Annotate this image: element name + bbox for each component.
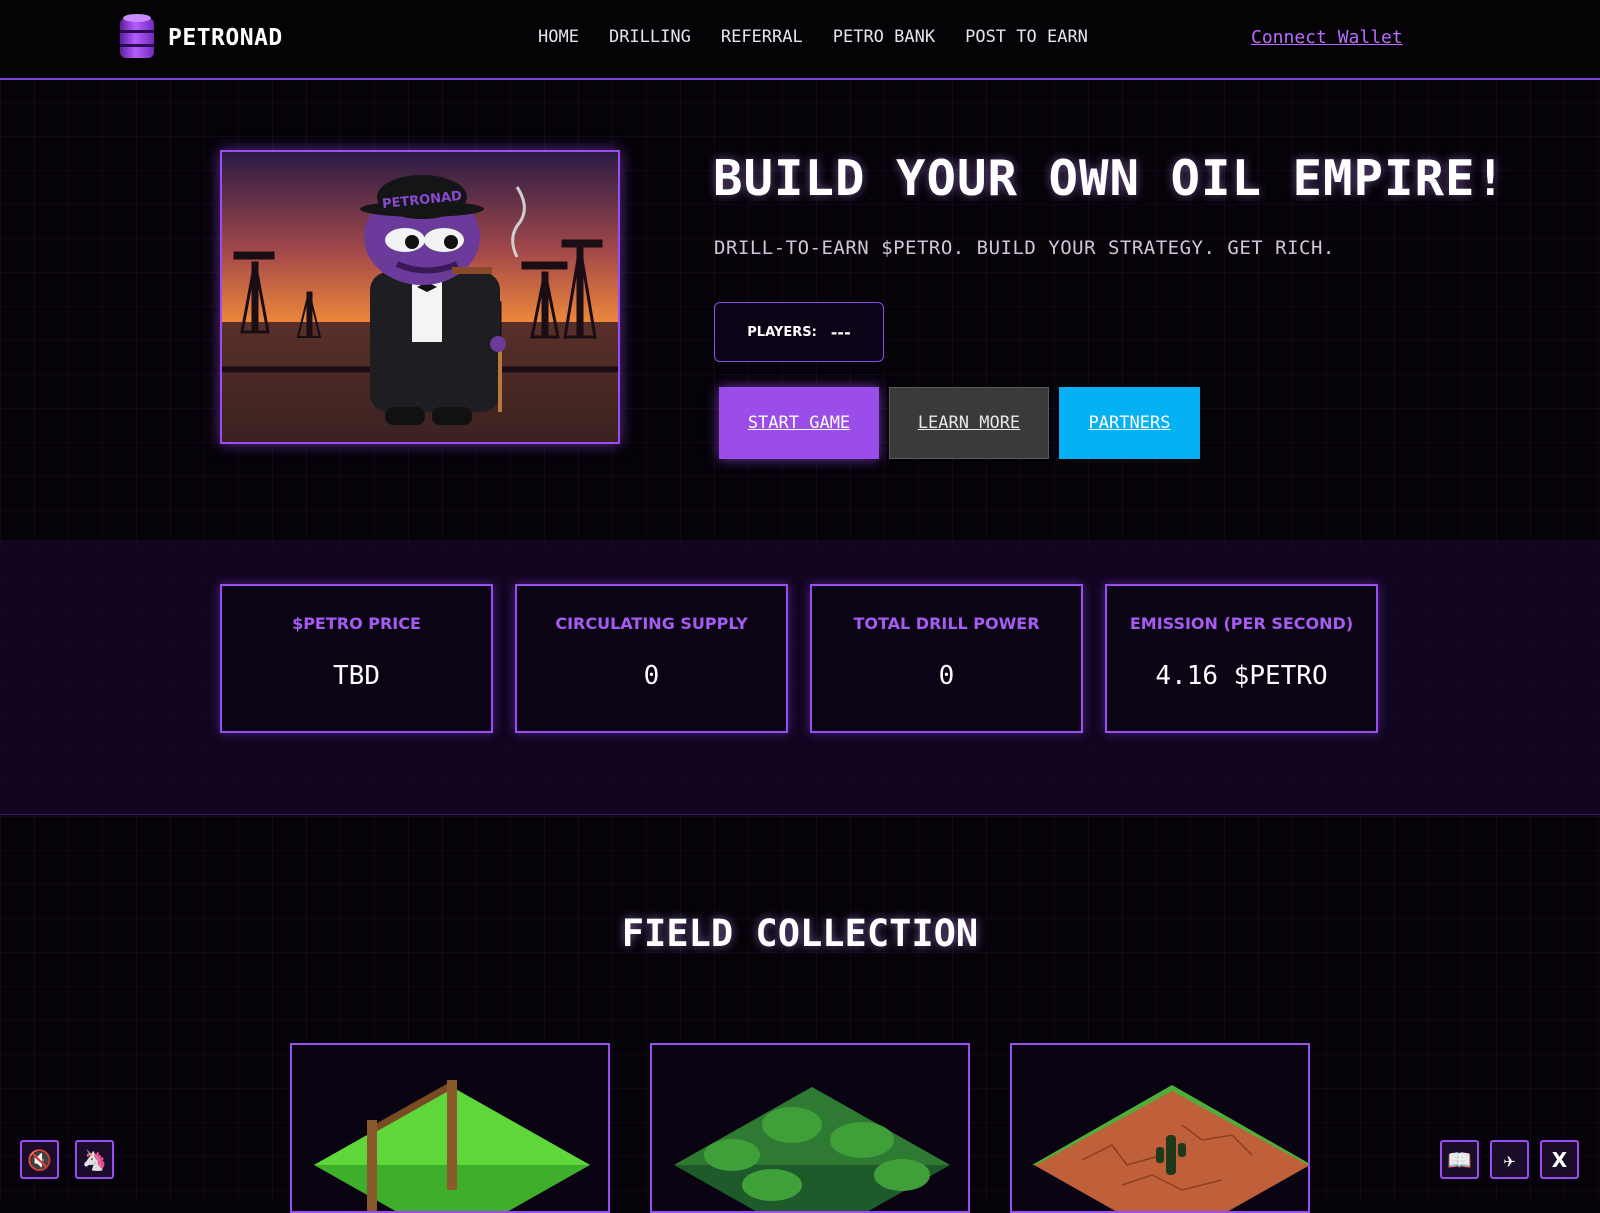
nav-link-home[interactable]: HOME: [538, 27, 579, 47]
stat-value: TBD: [333, 661, 380, 691]
stat-card-total-drill-power: TOTAL DRILL POWER 0: [810, 584, 1083, 733]
stat-value: 0: [643, 661, 660, 691]
players-label: PLAYERS:: [747, 324, 817, 340]
oil-barrel-icon: [120, 14, 154, 58]
hero-image-pepe-oil-baron: PETRONAD: [220, 150, 620, 444]
learn-more-button[interactable]: LEARN MORE: [889, 387, 1049, 459]
mute-speaker-icon[interactable]: 🔇: [20, 1140, 59, 1179]
jungle-field-icon: [674, 1087, 950, 1211]
start-game-button[interactable]: START GAME: [719, 387, 879, 459]
field-card-grassland[interactable]: [290, 1043, 610, 1213]
x-icon[interactable]: X: [1540, 1140, 1579, 1179]
field-card-jungle[interactable]: [650, 1043, 970, 1213]
grassland-field-icon: [314, 1080, 590, 1211]
brand-name: PETRONAD: [168, 25, 283, 51]
telegram-icon[interactable]: ✈: [1490, 1140, 1529, 1179]
stat-title: EMISSION (PER SECOND): [1129, 614, 1354, 633]
field-card-desert[interactable]: [1010, 1043, 1310, 1213]
brand-logo[interactable]: PETRONAD: [120, 14, 283, 58]
desert-field-icon: [1032, 1085, 1308, 1211]
connect-wallet-link[interactable]: Connect Wallet: [1251, 27, 1403, 48]
hero-subheadline: DRILL-TO-EARN $PETRO. BUILD YOUR STRATEG…: [714, 237, 1335, 259]
unicorn-icon[interactable]: 🦄: [75, 1140, 114, 1179]
players-value: ---: [830, 322, 851, 342]
nav-links: HOME DRILLING REFERRAL PETRO BANK POST T…: [538, 27, 1088, 47]
top-navbar: PETRONAD HOME DRILLING REFERRAL PETRO BA…: [0, 0, 1600, 80]
stat-card-circulating-supply: CIRCULATING SUPPLY 0: [515, 584, 788, 733]
nav-link-referral[interactable]: REFERRAL: [721, 27, 803, 47]
nav-link-post-to-earn[interactable]: POST TO EARN: [965, 27, 1088, 47]
field-collection-title: FIELD COLLECTION: [621, 912, 979, 955]
stat-title: $PETRO PRICE: [292, 614, 421, 633]
hero-headline: BUILD YOUR OWN OIL EMPIRE!: [713, 150, 1507, 207]
book-icon[interactable]: 📖: [1440, 1140, 1479, 1179]
stat-title: TOTAL DRILL POWER: [853, 614, 1040, 633]
stat-card-emission: EMISSION (PER SECOND) 4.16 $PETRO: [1105, 584, 1378, 733]
nav-link-drilling[interactable]: DRILLING: [609, 27, 691, 47]
stat-value: 4.16 $PETRO: [1155, 661, 1328, 691]
partners-button[interactable]: PARTNERS: [1059, 387, 1200, 459]
stat-value: 0: [938, 661, 955, 691]
stat-card-petro-price: $PETRO PRICE TBD: [220, 584, 493, 733]
nav-link-petro-bank[interactable]: PETRO BANK: [833, 27, 935, 47]
stat-title: CIRCULATING SUPPLY: [555, 614, 748, 633]
players-counter: PLAYERS: ---: [714, 302, 884, 362]
